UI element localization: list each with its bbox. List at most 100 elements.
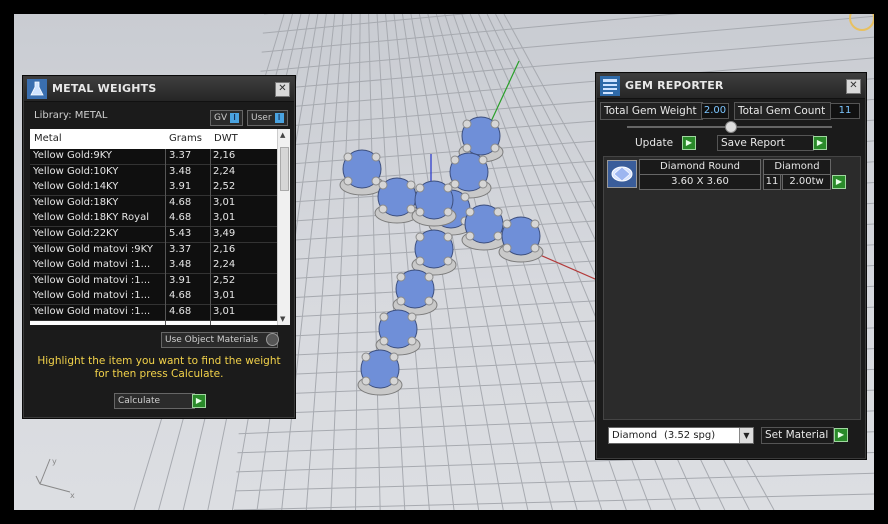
save-report-button[interactable]: Save Report	[717, 135, 814, 151]
table-row[interactable]: Yellow Gold:22KY 5.43 3,49	[30, 227, 278, 243]
col-dwt[interactable]: DWT	[214, 133, 238, 144]
grams-cell: 4.68	[169, 196, 192, 208]
gem-weight[interactable]: 2.00tw	[782, 174, 831, 190]
update-button[interactable]: Update	[635, 135, 673, 151]
prong	[415, 183, 425, 193]
gem-material[interactable]: Diamond	[763, 159, 831, 175]
metal-name-cell: Yellow Gold:10KY	[33, 165, 119, 177]
table-row[interactable]: Yellow Gold matovi :1... 4.68 3,01	[30, 305, 278, 321]
grams-cell: 3.91	[169, 181, 192, 193]
prong	[343, 176, 353, 186]
metal-weights-titlebar[interactable]: METAL WEIGHTS ✕	[24, 77, 294, 102]
prong	[378, 204, 388, 214]
prong	[478, 155, 488, 165]
calculate-field[interactable]: Calculate	[114, 393, 195, 409]
table-scrollbar[interactable]: ▲ ▼	[277, 129, 290, 325]
metal-name-cell: Yellow Gold matovi :1...	[33, 274, 151, 286]
set-material-button[interactable]: Set Material	[761, 427, 834, 444]
gem-count[interactable]: 11	[763, 174, 781, 190]
prong	[415, 256, 425, 266]
scroll-down-icon[interactable]: ▼	[280, 315, 285, 323]
prong	[490, 119, 500, 129]
table-row[interactable]: Yellow Gold matovi :9KY 3.37 2,16	[30, 242, 278, 259]
dwt-cell: 2,24	[213, 259, 236, 271]
flask-icon	[27, 79, 47, 99]
total-gem-count-value: 11	[830, 103, 860, 119]
table-row[interactable]: Yellow Gold:18KY Royal 4.68 3,01	[30, 211, 278, 228]
metal-table[interactable]: Metal Grams DWT Yellow Gold:9KY 3.37 2,16 Y…	[30, 129, 290, 325]
close-icon[interactable]: ✕	[846, 79, 861, 94]
gv-toggle[interactable]: GV I	[210, 110, 244, 126]
close-icon[interactable]: ✕	[275, 82, 290, 97]
column-divider	[165, 149, 166, 325]
prong	[443, 207, 453, 217]
user-toggle[interactable]: User I	[247, 110, 288, 126]
prong	[443, 256, 453, 266]
metal-name-cell: Yellow Gold matovi :1...	[33, 306, 151, 317]
prong	[493, 231, 503, 241]
gem-row-play-icon[interactable]: ▶	[832, 175, 846, 189]
dwt-cell: 2,16	[213, 243, 236, 255]
cross-pendant-model[interactable]	[339, 116, 544, 396]
grams-cell: 3.91	[169, 274, 192, 286]
update-play-icon[interactable]: ▶	[682, 136, 696, 150]
gv-indicator: I	[230, 112, 240, 123]
dropdown-arrow-icon[interactable]: ▼	[739, 428, 753, 443]
metal-name-cell: Yellow Gold:18KY	[33, 196, 119, 208]
prong	[462, 143, 472, 153]
instruction-text: Highlight the item you want to find the …	[37, 355, 281, 380]
toggle-knob-icon[interactable]	[266, 333, 279, 346]
prong	[371, 152, 381, 162]
material-select-spg: (3.52 spg)	[664, 430, 716, 441]
grams-cell: 3.37	[169, 243, 192, 255]
table-row[interactable]: Yellow Gold:9KY 3.37 2,16	[30, 149, 278, 165]
gem-size[interactable]: 3.60 X 3.60	[639, 174, 761, 190]
table-row[interactable]: Yellow Gold matovi :1... 3.48 2,24	[30, 258, 278, 275]
metal-name-cell: Yellow Gold:22KY	[33, 228, 119, 239]
metal-name-cell: Yellow Gold matovi :1...	[33, 259, 151, 271]
gem-list[interactable]: Diamond Round Diamond 3.60 X 3.60 11 2.0…	[603, 156, 861, 420]
update-label: Update	[635, 137, 674, 149]
prong	[424, 296, 434, 306]
use-object-materials-label: Use Object Materials	[165, 335, 259, 345]
prong	[415, 232, 425, 242]
col-grams[interactable]: Grams	[169, 133, 202, 144]
col-metal[interactable]: Metal	[34, 133, 62, 144]
table-row[interactable]: Yellow Gold matovi :1... 4.68 3,01	[30, 289, 278, 306]
dwt-cell: 2,52	[213, 274, 236, 286]
save-report-play-icon[interactable]: ▶	[813, 136, 827, 150]
grams-cell: 5.43	[169, 228, 192, 239]
svg-text:x: x	[70, 491, 75, 500]
prong	[407, 312, 417, 322]
set-material-play-icon[interactable]: ▶	[834, 428, 848, 442]
dwt-cell: 3,01	[213, 212, 236, 224]
table-row[interactable]: Yellow Gold:18KY 4.68 3,01	[30, 195, 278, 212]
prong	[493, 207, 503, 217]
grams-cell: 3.48	[169, 259, 192, 271]
user-label: User	[251, 113, 272, 123]
grams-cell: 3.48	[169, 165, 192, 177]
set-material-label: Set Material	[765, 429, 829, 441]
table-row[interactable]: Yellow Gold:14KY 3.91 2,52	[30, 180, 278, 197]
gv-label: GV	[214, 113, 228, 123]
prong	[396, 296, 406, 306]
diamond-thumbnail-icon	[607, 160, 637, 188]
dwt-cell: 3,49	[213, 228, 236, 239]
material-select[interactable]: Diamond (3.52 spg) ▼	[608, 427, 754, 444]
metal-name-cell: Yellow Gold:9KY	[33, 150, 112, 161]
table-row[interactable]: Yellow Gold matovi :1... 3.91 2,52	[30, 273, 278, 290]
scroll-up-icon[interactable]: ▲	[280, 131, 285, 139]
slider-thumb[interactable]	[725, 121, 737, 133]
calculate-label: Calculate	[118, 396, 161, 406]
table-row[interactable]: Yellow Gold:10KY 3.48 2,24	[30, 164, 278, 181]
dwt-cell: 2,52	[213, 181, 236, 193]
scroll-thumb[interactable]	[280, 147, 289, 191]
column-divider	[210, 149, 211, 325]
prong	[406, 180, 416, 190]
prong	[378, 180, 388, 190]
prong	[361, 376, 371, 386]
gem-reporter-titlebar[interactable]: GEM REPORTER ✕	[597, 74, 865, 99]
use-object-materials-checkbox[interactable]: Use Object Materials	[161, 332, 278, 348]
gem-name[interactable]: Diamond Round	[639, 159, 761, 175]
calculate-play-icon[interactable]: ▶	[192, 394, 206, 408]
